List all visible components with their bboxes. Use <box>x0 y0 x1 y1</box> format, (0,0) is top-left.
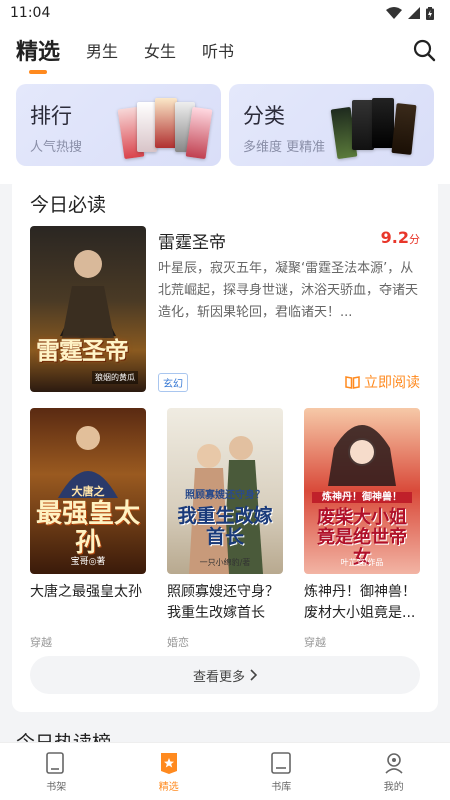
tab-featured[interactable]: 精选 <box>16 34 60 66</box>
read-now-button[interactable]: 立即阅读 <box>345 372 420 392</box>
signal-icon <box>408 7 420 19</box>
book-title: 照顾寡嫂还守身？我重生改嫁首长 <box>167 584 279 621</box>
profile-icon <box>385 752 403 774</box>
cover-author: 宝哥◎著 <box>70 557 106 568</box>
book-cover: 大唐之 最强皇太孙 宝哥◎著 <box>30 408 146 574</box>
bookshelf-icon <box>46 751 65 774</box>
book-genre: 穿越 <box>30 636 52 649</box>
featured-description: 叶星辰，寂灭五年，凝聚‘雷霆圣法本源’，从北荒崛起，探寻身世谜，沐浴天骄血，夺诸… <box>158 261 419 320</box>
book-title: 大唐之最强皇太孙 <box>30 584 142 600</box>
book-open-icon <box>345 375 360 389</box>
cover-sub: 炼神丹！御神兽！ <box>312 492 412 503</box>
featured-icon <box>160 752 177 774</box>
search-icon[interactable] <box>412 38 436 62</box>
category-book-collage <box>330 98 420 160</box>
library-icon <box>271 751 292 774</box>
wifi-icon <box>386 7 402 19</box>
book-cover: 炼神丹！御神兽！ 废柴大小姐竟是绝世帝女 叶芷宜/作品 <box>304 408 420 574</box>
ranking-card[interactable]: 排行 人气热搜 <box>16 84 221 166</box>
nav-bookshelf[interactable]: 书架 <box>0 743 113 800</box>
book-cover: 照顾寡嫂还守身？ 我重生改嫁首长 一只小绵豹/著 <box>167 408 283 574</box>
book-card[interactable]: 大唐之 最强皇太孙 宝哥◎著 大唐之最强皇太孙 穿越 <box>30 408 146 650</box>
section-title: 今日必读 <box>30 194 107 216</box>
book-card[interactable]: 炼神丹！御神兽！ 废柴大小姐竟是绝世帝女 叶芷宜/作品 炼神丹！御神兽！废材大小… <box>304 408 420 650</box>
nav-library[interactable]: 书库 <box>225 743 338 800</box>
cover-art-figure <box>60 250 116 338</box>
cover-author: 一只小绵豹/著 <box>199 558 251 568</box>
featured-score: 9.2分 <box>380 228 420 247</box>
cover-sub: 大唐之 <box>71 485 105 498</box>
genre-tag: 玄幻 <box>158 373 188 392</box>
cover-sub: 照顾寡嫂还守身？ <box>185 490 265 501</box>
top-nav: 精选 男生 女生 听书 <box>0 26 450 74</box>
status-time: 11:04 <box>10 5 51 21</box>
book-genre: 穿越 <box>304 636 326 649</box>
tab-audiobook[interactable]: 听书 <box>202 38 234 62</box>
must-read-panel: 今日必读 雷霆圣帝 狼烟的黄瓜 雷霆圣帝 9.2分 叶星辰，寂灭五年，凝聚‘雷霆… <box>12 176 438 712</box>
status-bar: 11:04 <box>0 0 450 26</box>
featured-cover-author: 狼烟的黄瓜 <box>92 371 138 384</box>
bottom-nav: 书架 精选 书库 我的 <box>0 742 450 800</box>
battery-icon <box>426 6 434 20</box>
featured-book-title[interactable]: 雷霆圣帝 <box>158 228 226 253</box>
featured-cover-title: 雷霆圣帝 <box>36 336 129 365</box>
nav-featured[interactable]: 精选 <box>113 743 226 800</box>
book-card[interactable]: 照顾寡嫂还守身？ 我重生改嫁首长 一只小绵豹/著 照顾寡嫂还守身？我重生改嫁首长… <box>167 408 283 650</box>
cover-title: 我重生改嫁首长 <box>177 505 273 548</box>
ranking-book-collage <box>117 98 213 160</box>
tab-female[interactable]: 女生 <box>144 38 176 62</box>
chevron-right-icon <box>250 669 257 681</box>
book-title: 炼神丹！御神兽！废材大小姐竟是... <box>304 584 416 621</box>
see-more-button[interactable]: 查看更多 <box>30 656 420 694</box>
book-genre: 婚恋 <box>167 636 189 649</box>
cover-author: 叶芷宜/作品 <box>340 558 384 568</box>
category-card[interactable]: 分类 多维度 更精准 <box>229 84 434 166</box>
cover-title: 最强皇太孙 <box>36 499 141 558</box>
featured-book-cover[interactable]: 雷霆圣帝 狼烟的黄瓜 <box>30 226 146 392</box>
nav-profile[interactable]: 我的 <box>338 743 450 800</box>
tab-male[interactable]: 男生 <box>86 38 118 62</box>
